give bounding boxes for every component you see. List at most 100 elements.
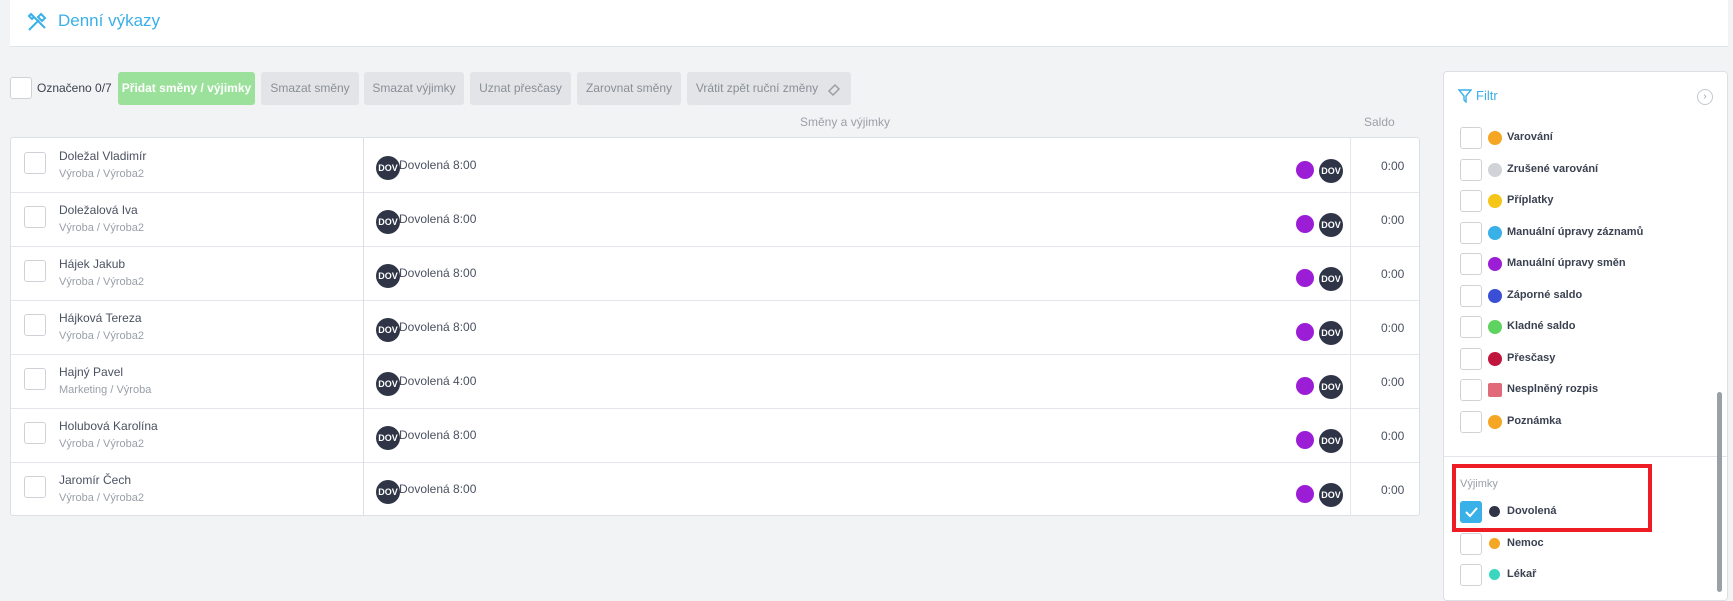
- saldo-value: 0:00: [1381, 213, 1405, 227]
- filter-item-positive-balance[interactable]: Kladné saldo: [1460, 316, 1720, 340]
- highlight-box: [1452, 464, 1652, 532]
- employee-name: Doležal Vladimír: [59, 149, 147, 163]
- filter-checkbox[interactable]: [1460, 316, 1482, 338]
- row-checkbox[interactable]: [24, 422, 46, 444]
- shift-text[interactable]: Dovolená 8:00: [399, 266, 476, 280]
- align-shifts-button[interactable]: Zarovnat směny: [577, 72, 681, 105]
- table-row[interactable]: Hájek Jakub Výroba / Výroba2 DOV Dovolen…: [11, 246, 1419, 301]
- employee-name: Doležalová Iva: [59, 203, 138, 217]
- shift-text[interactable]: Dovolená 8:00: [399, 212, 476, 226]
- row-checkbox[interactable]: [24, 152, 46, 174]
- row-checkbox[interactable]: [24, 476, 46, 498]
- table-row[interactable]: Doležal Vladimír Výroba / Výroba2 DOV Do…: [11, 138, 1419, 193]
- column-divider: [363, 246, 364, 300]
- employee-department: Výroba / Výroba2: [59, 168, 144, 180]
- select-all-checkbox[interactable]: [10, 77, 32, 99]
- accept-overtime-button[interactable]: Uznat přesčasy: [470, 72, 571, 105]
- note-icon: [1488, 415, 1502, 429]
- column-divider: [363, 408, 364, 462]
- employee-name: Jaromír Čech: [59, 473, 132, 487]
- filter-item-negative-balance[interactable]: Záporné saldo: [1460, 285, 1720, 309]
- column-divider: [363, 192, 364, 246]
- filter-label: Poznámka: [1507, 415, 1562, 427]
- exception-checkbox[interactable]: [1460, 533, 1482, 555]
- shift-text[interactable]: Dovolená 4:00: [399, 374, 476, 388]
- filter-label: Manuální úpravy směn: [1507, 257, 1626, 269]
- chevron-right-icon[interactable]: ›: [1697, 89, 1713, 105]
- filter-checkbox[interactable]: [1460, 190, 1482, 212]
- unfulfilled-schedule-icon: [1488, 383, 1502, 397]
- employee-department: Výroba / Výroba2: [59, 276, 144, 288]
- employee-name: Hájek Jakub: [59, 257, 126, 271]
- table-row[interactable]: Hájková Tereza Výroba / Výroba2 DOV Dovo…: [11, 300, 1419, 355]
- shift-text[interactable]: Dovolená 8:00: [399, 428, 476, 442]
- sickness-dot-icon: [1489, 538, 1500, 549]
- filter-item-note[interactable]: Poznámka: [1460, 411, 1720, 435]
- filter-item-overtime[interactable]: Přesčasy: [1460, 348, 1720, 372]
- delete-shifts-button[interactable]: Smazat směny: [261, 72, 359, 105]
- table-row[interactable]: Holubová Karolína Výroba / Výroba2 DOV D…: [11, 408, 1419, 463]
- employee-name: Hájková Tereza: [59, 311, 142, 325]
- table-row[interactable]: Jaromír Čech Výroba / Výroba2 DOV Dovole…: [11, 462, 1419, 516]
- filter-scrollbar[interactable]: [1717, 392, 1722, 592]
- saldo-value: 0:00: [1381, 429, 1405, 443]
- filter-checkbox[interactable]: [1460, 159, 1482, 181]
- shift-text[interactable]: Dovolená 8:00: [399, 158, 476, 172]
- row-checkbox[interactable]: [24, 260, 46, 282]
- exception-badge: DOV: [376, 210, 400, 234]
- column-divider: [1350, 246, 1351, 300]
- table-row[interactable]: Hajný Pavel Marketing / Výroba DOV Dovol…: [11, 354, 1419, 409]
- revert-manual-changes-button[interactable]: Vrátit zpět ruční změny: [687, 72, 851, 105]
- filter-checkbox[interactable]: [1460, 222, 1482, 244]
- filter-item-record-edits[interactable]: Manuální úpravy záznamů: [1460, 222, 1720, 246]
- shift-text[interactable]: Dovolená 8:00: [399, 320, 476, 334]
- exception-checkbox[interactable]: [1460, 564, 1482, 586]
- exception-badge: DOV: [1319, 321, 1343, 345]
- column-divider: [363, 300, 364, 354]
- row-checkbox[interactable]: [24, 368, 46, 390]
- filter-title: Filtr: [1476, 88, 1498, 103]
- marked-count: Označeno 0/7: [37, 81, 112, 95]
- exception-item-sickness[interactable]: Nemoc: [1460, 533, 1720, 557]
- tools-icon: [27, 12, 47, 31]
- manual-edit-icon: [1296, 485, 1314, 503]
- delete-exceptions-button[interactable]: Smazat výjimky: [364, 72, 464, 105]
- saldo-value: 0:00: [1381, 159, 1405, 173]
- filter-item-shift-edits[interactable]: Manuální úpravy směn: [1460, 253, 1720, 277]
- column-divider: [1350, 354, 1351, 408]
- exception-badge: DOV: [376, 426, 400, 450]
- column-divider: [1350, 462, 1351, 516]
- page-header: Denní výkazy: [10, 0, 1728, 47]
- filter-checkbox[interactable]: [1460, 348, 1482, 370]
- filter-label: Kladné saldo: [1507, 320, 1576, 332]
- filter-label: Manuální úpravy záznamů: [1507, 226, 1644, 238]
- exception-item-doctor[interactable]: Lékař: [1460, 564, 1720, 588]
- exception-badge: DOV: [1319, 375, 1343, 399]
- employee-department: Výroba / Výroba2: [59, 222, 144, 234]
- filter-item-warning[interactable]: Varování: [1460, 127, 1720, 151]
- filter-checkbox[interactable]: [1460, 379, 1482, 401]
- table-row[interactable]: Doležalová Iva Výroba / Výroba2 DOV Dovo…: [11, 192, 1419, 247]
- filter-icon: [1458, 89, 1472, 103]
- add-shifts-button[interactable]: Přidat směny / výjimky: [118, 72, 255, 105]
- manual-edit-icon: [1296, 377, 1314, 395]
- filter-checkbox[interactable]: [1460, 253, 1482, 275]
- manual-edit-icon: [1296, 323, 1314, 341]
- exception-badge: DOV: [1319, 267, 1343, 291]
- filter-checkbox[interactable]: [1460, 285, 1482, 307]
- filter-item-unfulfilled-schedule[interactable]: Nesplněný rozpis: [1460, 379, 1720, 403]
- filter-item-surcharges[interactable]: Příplatky: [1460, 190, 1720, 214]
- filter-item-cancelled-warning[interactable]: Zrušené varování: [1460, 159, 1720, 183]
- row-checkbox[interactable]: [24, 314, 46, 336]
- row-checkbox[interactable]: [24, 206, 46, 228]
- column-divider: [363, 354, 364, 408]
- shift-text[interactable]: Dovolená 8:00: [399, 482, 476, 496]
- filter-checkbox[interactable]: [1460, 127, 1482, 149]
- eraser-icon: [827, 83, 841, 96]
- exception-label: Lékař: [1507, 568, 1537, 580]
- exception-badge: DOV: [376, 318, 400, 342]
- exception-badge: DOV: [1319, 483, 1343, 507]
- filter-checkbox[interactable]: [1460, 411, 1482, 433]
- exception-label: Nemoc: [1507, 537, 1544, 549]
- positive-balance-icon: [1488, 320, 1502, 334]
